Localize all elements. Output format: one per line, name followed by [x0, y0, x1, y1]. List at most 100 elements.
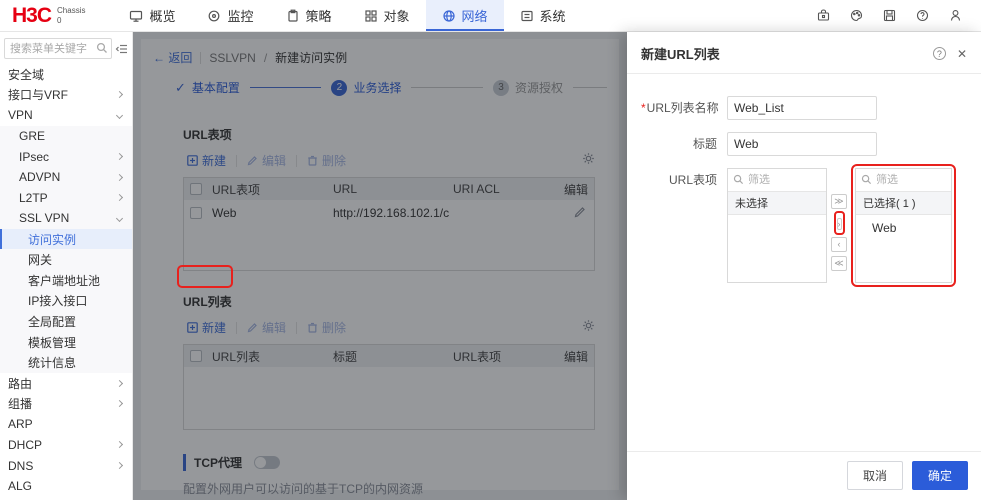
table-row[interactable]: Web http://192.168.102.1/cms — [184, 200, 594, 226]
user-icon[interactable] — [947, 8, 963, 24]
new-url-list-button[interactable]: 新建 — [183, 317, 230, 338]
sidebar-item-client-address-pool[interactable]: 客户端地址池 — [0, 269, 132, 291]
nav-item-policy[interactable]: 策略 — [270, 0, 348, 31]
move-right-button[interactable]: › — [836, 218, 842, 230]
grid-icon — [364, 9, 377, 22]
selected-item[interactable]: Web — [856, 215, 951, 235]
sidebar-item-interface-vrf[interactable]: 接口与VRF — [0, 85, 132, 106]
globe-icon — [442, 9, 455, 22]
sidebar-item-security-zone[interactable]: 安全域 — [0, 64, 132, 85]
sidebar-item-ip-access-interface[interactable]: IP接入接口 — [0, 290, 132, 312]
move-all-left-button[interactable]: ≪ — [831, 256, 847, 271]
table-header: URL列表 标题 URL表项 编辑 — [184, 345, 594, 367]
tcp-proxy-description: 配置外网用户可以访问的基于TCP的内网资源 — [183, 482, 424, 496]
plus-square-icon — [187, 155, 198, 166]
help-icon[interactable] — [914, 8, 930, 24]
sidebar-item-routing[interactable]: 路由 — [0, 373, 132, 394]
annotation-highlight-move-right: › — [833, 211, 845, 235]
url-list-name-input[interactable] — [727, 96, 877, 120]
new-url-item-button[interactable]: 新建 — [183, 150, 230, 171]
delete-url-item-button[interactable]: 删除 — [303, 150, 350, 171]
title-field-row: 标题 — [641, 132, 967, 156]
divider — [296, 321, 298, 334]
select-all-checkbox[interactable] — [190, 350, 202, 362]
chevron-down-icon — [115, 214, 124, 222]
confirm-button[interactable]: 确定 — [911, 461, 968, 490]
check-icon: ✓ — [175, 79, 186, 95]
section-title: URL表项 — [183, 128, 232, 142]
delete-url-list-button[interactable]: 删除 — [303, 317, 350, 338]
sidebar-item-gre[interactable]: GRE — [0, 125, 132, 147]
transfer-left-header: 未选择 — [728, 192, 826, 215]
chevron-right-icon — [115, 91, 124, 99]
sidebar-item-gateway[interactable]: 网关 — [0, 249, 132, 270]
table-empty-area — [184, 367, 594, 429]
clipboard-icon — [287, 9, 298, 22]
tcp-proxy-toggle[interactable] — [254, 456, 281, 469]
dialog-close-icon[interactable]: ✕ — [957, 48, 967, 60]
trash-icon — [308, 322, 317, 333]
divider — [236, 321, 238, 334]
nav-item-network[interactable]: 网络 — [425, 0, 504, 31]
dialog-footer: 取消 确定 — [627, 451, 981, 500]
sidebar-item-global-config[interactable]: 全局配置 — [0, 311, 132, 332]
transfer-buttons: ≫ › ‹ ≪ — [827, 168, 851, 275]
move-left-button[interactable]: ‹ — [831, 237, 847, 252]
select-all-checkbox[interactable] — [190, 183, 202, 195]
step-connector — [249, 87, 322, 88]
move-all-right-button[interactable]: ≫ — [831, 194, 847, 209]
chevron-right-icon — [115, 194, 124, 202]
url-lists-table: URL列表 标题 URL表项 编辑 — [183, 344, 595, 430]
wizard-steps: ✓ 基本配置 2 业务选择 3 资源授权 — [175, 79, 608, 96]
collapse-menu-icon[interactable] — [115, 42, 129, 56]
step-connector — [411, 87, 483, 88]
step-resource-authorization[interactable]: 3 资源授权 — [493, 79, 563, 96]
nav-item-monitoring[interactable]: 监控 — [191, 0, 269, 31]
step-connector — [573, 87, 608, 88]
sidebar-item-dhcp[interactable]: DHCP — [0, 435, 132, 456]
sidebar: 安全域 接口与VRF VPN GRE IPsec ADVPN L2TP SSL … — [0, 32, 133, 500]
sidebar-item-arp[interactable]: ARP — [0, 414, 132, 435]
sidebar-item-ipsec[interactable]: IPsec — [0, 146, 132, 167]
row-checkbox[interactable] — [190, 207, 202, 219]
sidebar-item-template-management[interactable]: 模板管理 — [0, 331, 132, 353]
edit-url-item-button[interactable]: 编辑 — [243, 150, 290, 171]
column-settings-icon[interactable] — [582, 152, 595, 170]
step-basic-config[interactable]: ✓ 基本配置 — [175, 79, 240, 96]
sidebar-item-ssl-vpn[interactable]: SSL VPN — [0, 208, 132, 229]
top-bar: H3C Chassis 0 概览 监控 策略 对象 网络 系统 — [0, 0, 981, 32]
transfer-left-panel: 未选择 — [727, 168, 827, 283]
back-link[interactable]: ← 返回 — [153, 49, 192, 66]
breadcrumb: ← 返回 SSLVPN / 新建访问实例 — [153, 49, 348, 66]
column-settings-icon[interactable] — [582, 319, 595, 337]
dialog-help-icon[interactable]: ? — [932, 47, 946, 60]
toolbox-icon[interactable] — [815, 8, 831, 24]
sidebar-item-advpn[interactable]: ADVPN — [0, 166, 132, 188]
sidebar-item-statistics[interactable]: 统计信息 — [0, 352, 132, 373]
chevron-right-icon — [115, 379, 124, 387]
url-lists-toolbar: 新建 编辑 删除 — [183, 317, 595, 338]
search-icon — [733, 174, 744, 185]
nav-item-overview[interactable]: 概览 — [113, 0, 191, 31]
annotation-highlight-selected-panel: 已选择( 1 ) Web — [851, 164, 956, 287]
sidebar-item-multicast[interactable]: 组播 — [0, 394, 132, 415]
sidebar-item-dns[interactable]: DNS — [0, 455, 132, 476]
sidebar-item-vpn[interactable]: VPN — [0, 105, 132, 126]
theme-palette-icon[interactable] — [848, 8, 864, 24]
search-icon — [861, 174, 872, 185]
save-icon[interactable] — [881, 8, 897, 24]
edit-url-list-button[interactable]: 编辑 — [243, 317, 290, 338]
pencil-icon — [247, 323, 257, 333]
nav-item-system[interactable]: 系统 — [504, 0, 582, 31]
step-service-selection[interactable]: 2 业务选择 — [331, 79, 401, 96]
search-icon — [96, 42, 107, 53]
sidebar-item-access-instance[interactable]: 访问实例 — [0, 228, 132, 250]
edit-row-icon[interactable] — [560, 206, 594, 221]
title-input[interactable] — [727, 132, 877, 156]
monitor-icon — [130, 10, 143, 22]
cancel-button[interactable]: 取消 — [846, 461, 903, 490]
nav-item-object[interactable]: 对象 — [348, 0, 426, 31]
sidebar-item-alg[interactable]: ALG — [0, 476, 132, 497]
sidebar-item-l2tp[interactable]: L2TP — [0, 187, 132, 209]
tcp-proxy-block: TCP代理 — [183, 454, 607, 471]
